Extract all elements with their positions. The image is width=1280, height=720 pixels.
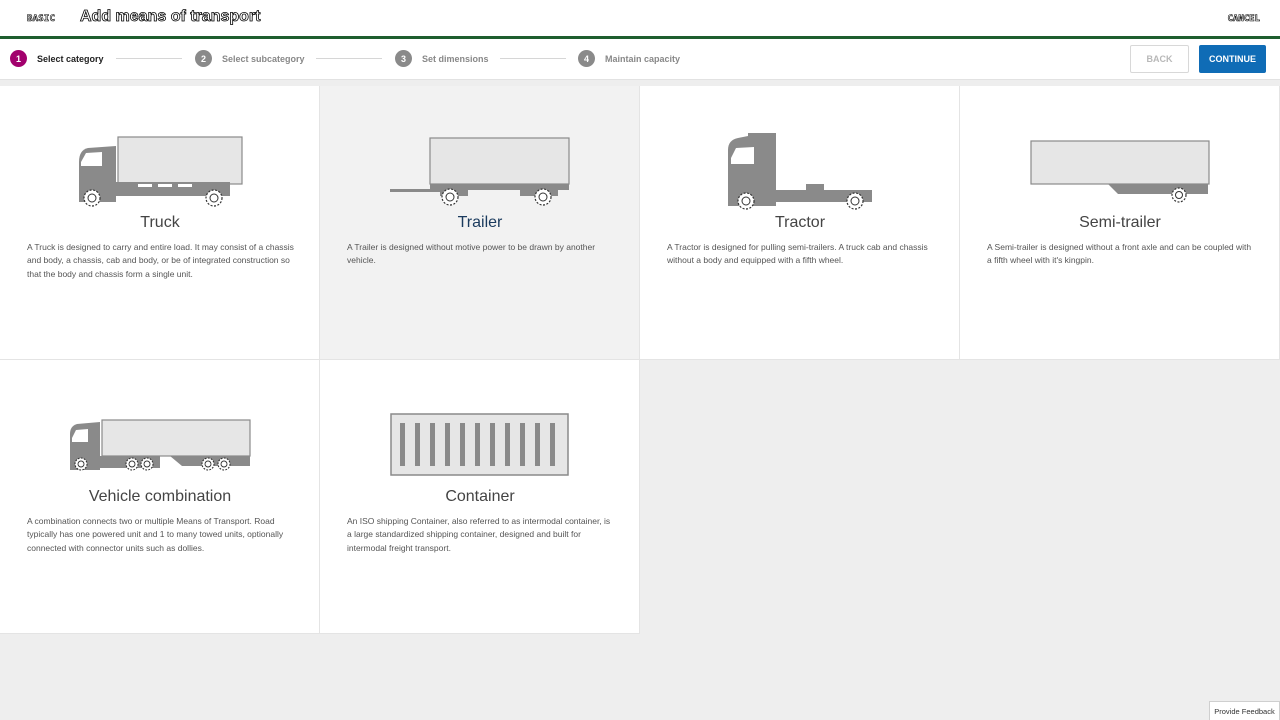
category-name: Tractor (774, 214, 826, 231)
category-description: A Semi-trailer is designed without a fro… (987, 242, 1252, 266)
category-name: Vehicle combination (88, 488, 232, 505)
step-label: Select subcategory (222, 53, 305, 64)
category-name: Truck (140, 214, 180, 231)
basic-link[interactable]: BASIC (27, 14, 55, 25)
category-card-semi-trailer[interactable]: Semi-trailer A Semi-trailer is designed … (960, 86, 1280, 360)
step-label: Set dimensions (422, 53, 489, 64)
step-number: 1 (10, 50, 27, 67)
top-bar: BASIC Add means of transport CANCEL (0, 0, 1280, 36)
step-maintain-capacity[interactable]: 4 Maintain capacity (578, 50, 680, 67)
wizard-step-bar: 1 Select category 2 Select subcategory 3… (0, 39, 1280, 80)
category-description: A combination connects two or multiple M… (27, 516, 284, 553)
vehicle-combination-icon (70, 419, 251, 471)
continue-button[interactable]: CONTINUE (1199, 45, 1266, 73)
back-button[interactable]: BACK (1130, 45, 1189, 73)
category-name: Semi-trailer (1079, 214, 1161, 231)
step-label: Maintain capacity (605, 53, 681, 64)
container-icon (390, 413, 569, 476)
category-description: A Trailer is designed without motive pow… (347, 242, 596, 266)
semi-trailer-icon (1030, 140, 1210, 203)
step-number: 3 (395, 50, 412, 67)
trailer-icon (390, 137, 570, 206)
step-select-category[interactable]: 1 Select category (10, 50, 104, 67)
category-description: A Tractor is designed for pulling semi-t… (667, 242, 928, 266)
category-card-tractor[interactable]: Tractor A Tractor is designed for pullin… (640, 86, 960, 360)
step-number: 4 (578, 50, 595, 67)
step-connector (116, 58, 182, 59)
category-card-container[interactable]: Container An ISO shipping Container, als… (320, 360, 640, 634)
tractor-icon (728, 133, 872, 210)
step-select-subcategory[interactable]: 2 Select subcategory (195, 50, 305, 67)
step-connector (316, 58, 382, 59)
category-name: Trailer (457, 214, 503, 231)
truck-icon (79, 136, 243, 207)
category-name: Container (445, 488, 515, 505)
step-label: Select category (37, 53, 104, 64)
category-card-vehicle-combination[interactable]: Vehicle combination A combination connec… (0, 360, 320, 634)
category-card-trailer[interactable]: Trailer A Trailer is designed without mo… (320, 86, 640, 360)
step-number: 2 (195, 50, 212, 67)
page-title: Add means of transport (80, 8, 261, 26)
category-description: An ISO shipping Container, also referred… (347, 516, 611, 553)
step-connector (500, 58, 566, 59)
step-set-dimensions[interactable]: 3 Set dimensions (395, 50, 489, 67)
category-card-truck[interactable]: Truck A Truck is designed to carry and e… (0, 86, 320, 360)
category-description: A Truck is designed to carry and entire … (27, 242, 294, 279)
cancel-link[interactable]: CANCEL (1227, 14, 1260, 25)
provide-feedback-button[interactable]: Provide Feedback (1209, 701, 1280, 720)
